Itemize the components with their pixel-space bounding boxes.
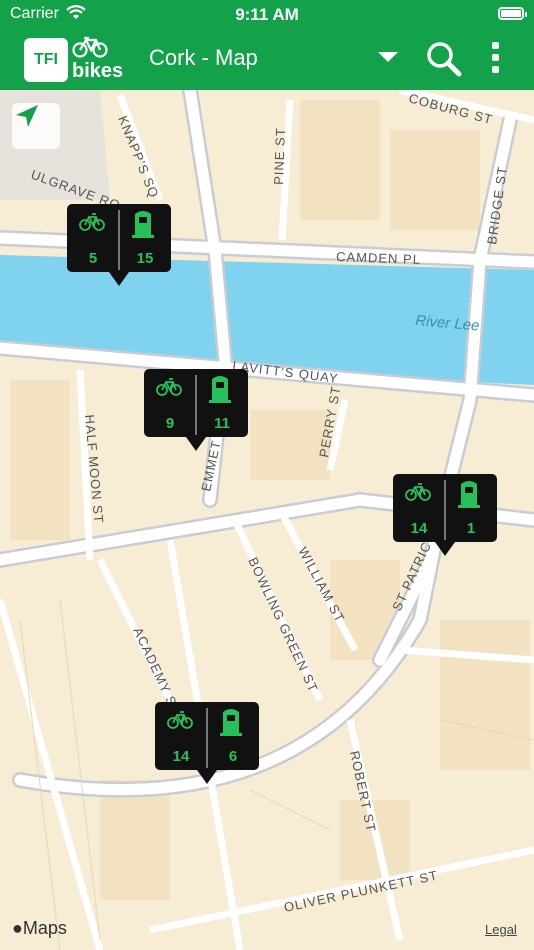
docks-count: 1 [466,520,476,537]
legal-link[interactable]: Legal [485,922,517,937]
bike-icon [79,212,105,237]
dock-icon [220,706,242,741]
clock: 9:11 AM [235,5,299,24]
bike-icon [156,377,182,402]
bike-icon [167,710,193,735]
status-bar: Carrier 9:11 AM [0,0,534,30]
bikes-count: 5 [88,250,98,267]
dock-icon [458,478,480,513]
bike-icon [72,36,108,63]
search-icon[interactable] [425,40,463,83]
maps-attribution: ●Maps [12,918,67,939]
locate-button[interactable] [12,103,60,149]
docks-count: 6 [228,748,238,765]
dock-icon [209,373,231,408]
docks-count: 11 [214,415,230,432]
page-title[interactable]: Cork - Map [149,45,258,71]
tfi-logo: TFI [24,38,68,82]
station-marker[interactable]: 5 15 [67,204,171,286]
street-label: PINE ST [271,127,288,185]
navigation-bar: TFI bikes Cork - Map [0,30,534,90]
docks-count: 15 [136,250,154,267]
bike-icon [405,482,431,507]
dock-icon [132,208,154,243]
street-label: CAMDEN PL [336,249,421,267]
brand-text: bikes [72,60,124,82]
station-marker[interactable]: 14 6 [155,702,259,784]
station-marker[interactable]: 9 11 [144,369,248,451]
bikes-count: 9 [165,415,175,432]
apple-icon: ● [12,918,23,938]
dropdown-icon[interactable] [378,52,398,62]
more-icon[interactable] [490,42,500,78]
battery-icon [498,7,527,20]
station-marker[interactable]: 14 1 [393,474,497,556]
bikes-count: 14 [410,520,428,537]
bikes-count: 14 [172,748,190,765]
maps-label: Maps [22,918,67,938]
